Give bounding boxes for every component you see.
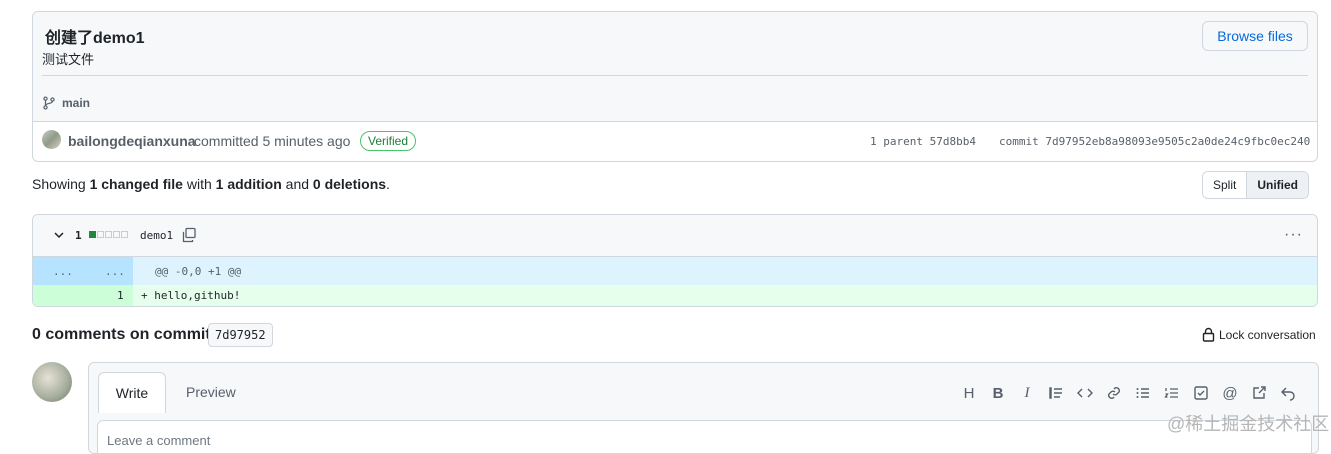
verified-badge[interactable]: Verified <box>360 131 417 151</box>
file-header: 1 demo1 ··· <box>33 215 1317 257</box>
commit-title: 创建了demo1 <box>45 30 145 47</box>
diff-view-toggle: Split Unified <box>1202 171 1310 199</box>
tab-preview[interactable]: Preview <box>186 384 236 400</box>
author-link[interactable]: bailongdeqianxuna <box>68 133 196 149</box>
italic-icon[interactable]: I <box>1017 383 1037 403</box>
comments-heading: 0 comments on commit <box>32 326 211 343</box>
commit-description: 测试文件 <box>42 52 95 67</box>
branch-label[interactable]: main <box>42 96 90 110</box>
diffstat <box>89 231 128 238</box>
undo-icon[interactable] <box>1278 383 1298 403</box>
lock-icon <box>1202 327 1215 342</box>
tab-write[interactable]: Write <box>98 372 166 413</box>
cross-reference-icon[interactable] <box>1249 383 1269 403</box>
quote-icon[interactable] <box>1046 383 1066 403</box>
lock-conversation-button[interactable]: Lock conversation <box>1202 327 1316 342</box>
change-count: 1 <box>75 229 82 242</box>
hunk-row: ... ... @@ -0,0 +1 @@ <box>33 257 1317 285</box>
bold-icon[interactable]: B <box>988 383 1008 403</box>
author-avatar[interactable] <box>42 130 61 149</box>
unordered-list-icon[interactable] <box>1133 383 1153 403</box>
chevron-down-icon[interactable] <box>53 229 65 241</box>
split-button[interactable]: Split <box>1203 172 1248 198</box>
file-menu-icon[interactable]: ··· <box>1284 226 1303 244</box>
copy-icon[interactable] <box>181 227 197 243</box>
comment-editor: Write Preview H B I @ Leave a comment <box>88 362 1319 454</box>
diff-summary: Showing 1 changed file with 1 addition a… <box>32 176 390 192</box>
commit-header: 创建了demo1 测试文件 Browse files main <box>33 12 1317 122</box>
line-number[interactable]: 1 <box>117 289 124 302</box>
watermark: @稀土掘金技术社区 <box>1167 414 1330 434</box>
mention-icon[interactable]: @ <box>1220 383 1240 403</box>
branch-name: main <box>62 96 91 110</box>
browse-files-button[interactable]: Browse files <box>1202 21 1308 51</box>
commit-meta: bailongdeqianxuna committed 5 minutes ag… <box>33 122 1317 160</box>
added-line-code: + hello,github! <box>141 289 241 302</box>
markdown-toolbar: H B I @ <box>959 383 1298 403</box>
lock-label: Lock conversation <box>1219 327 1316 342</box>
committed-time: committed 5 minutes ago <box>194 133 351 149</box>
commit-sha: commit 7d97952eb8a98093e9505c2a0de24c9fb… <box>999 135 1311 148</box>
comment-textarea[interactable]: Leave a comment <box>97 420 1312 453</box>
task-list-icon[interactable] <box>1191 383 1211 403</box>
ordered-list-icon[interactable] <box>1162 383 1182 403</box>
commit-box: 创建了demo1 测试文件 Browse files main bailongd… <box>32 11 1318 162</box>
file-name-link[interactable]: demo1 <box>140 229 173 242</box>
commit-sha-chip: 7d97952 <box>208 323 273 347</box>
comment-placeholder: Leave a comment <box>107 433 211 448</box>
added-line-row: 1 + hello,github! <box>33 285 1317 306</box>
heading-icon[interactable]: H <box>959 383 979 403</box>
divider <box>42 75 1308 76</box>
user-avatar[interactable] <box>32 362 72 402</box>
unified-button[interactable]: Unified <box>1247 172 1309 198</box>
link-icon[interactable] <box>1104 383 1124 403</box>
parent-commit[interactable]: 1 parent 57d8bb4 <box>870 135 976 148</box>
git-branch-icon <box>43 96 55 110</box>
code-icon[interactable] <box>1075 383 1095 403</box>
file-diff: 1 demo1 ··· ... ... @@ -0,0 +1 @@ 1 + he… <box>32 214 1318 307</box>
hunk-header: @@ -0,0 +1 @@ <box>155 265 242 278</box>
